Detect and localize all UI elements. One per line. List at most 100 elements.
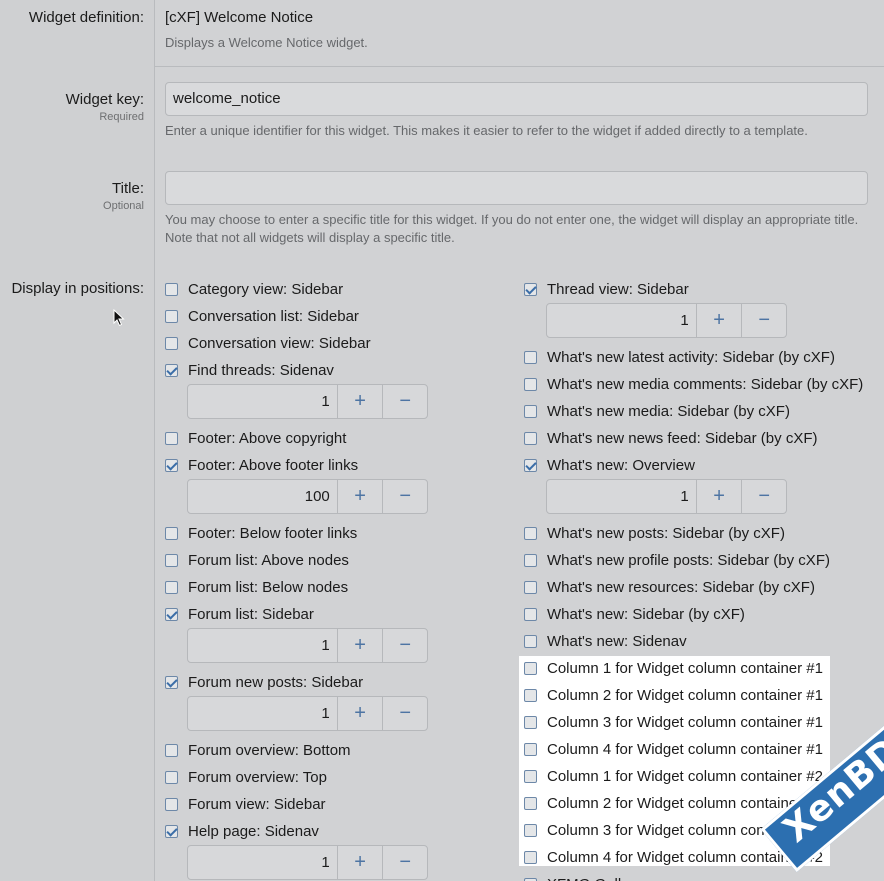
display-order-stepper[interactable]: 100 + − [187, 479, 428, 514]
position-label: What's new media: Sidebar (by cXF) [547, 402, 790, 420]
unchecked-box-icon[interactable] [524, 431, 537, 445]
display-order-stepper[interactable]: 1 + − [546, 479, 787, 514]
decrement-button[interactable]: − [382, 846, 427, 879]
unchecked-box-icon[interactable] [165, 770, 178, 784]
display-order-stepper[interactable]: 1 + − [187, 696, 428, 731]
unchecked-box-icon[interactable] [524, 350, 537, 364]
display-order-stepper[interactable]: 1 + − [546, 303, 787, 338]
position-checkbox[interactable]: Column 2 for Widget column container #2 [524, 793, 823, 813]
unchecked-box-icon[interactable] [524, 688, 537, 702]
position-checkbox[interactable]: What's new posts: Sidebar (by cXF) [524, 523, 785, 543]
position-checkbox[interactable]: Category view: Sidebar [165, 279, 343, 299]
unchecked-box-icon[interactable] [165, 282, 178, 296]
position-checkbox[interactable]: Footer: Above copyright [165, 428, 346, 448]
unchecked-box-icon[interactable] [524, 526, 537, 540]
position-checkbox[interactable]: What's new news feed: Sidebar (by cXF) [524, 428, 817, 448]
unchecked-box-icon[interactable] [524, 404, 537, 418]
position-checkbox[interactable]: Column 1 for Widget column container #2 [524, 766, 823, 786]
unchecked-box-icon[interactable] [524, 553, 537, 567]
display-order-value[interactable]: 1 [188, 629, 338, 662]
position-checkbox[interactable]: What's new media: Sidebar (by cXF) [524, 401, 790, 421]
position-checkbox[interactable]: What's new media comments: Sidebar (by c… [524, 374, 863, 394]
position-checkbox[interactable]: Forum view: Sidebar [165, 794, 326, 814]
position-checkbox[interactable]: Forum new posts: Sidebar [165, 672, 363, 692]
position-checkbox[interactable]: Conversation view: Sidebar [165, 333, 371, 353]
unchecked-box-icon[interactable] [524, 634, 537, 648]
unchecked-box-icon[interactable] [524, 377, 537, 391]
position-checkbox[interactable]: What's new latest activity: Sidebar (by … [524, 347, 835, 367]
checked-box-icon[interactable] [524, 282, 537, 296]
position-checkbox[interactable]: Footer: Above footer links [165, 455, 358, 475]
position-checkbox[interactable]: Thread view: Sidebar [524, 279, 689, 299]
decrement-button[interactable]: − [741, 480, 786, 513]
widget-key-input[interactable]: welcome_notice [165, 82, 868, 116]
display-order-value[interactable]: 1 [547, 304, 697, 337]
increment-button[interactable]: + [697, 304, 742, 337]
increment-button[interactable]: + [338, 846, 383, 879]
unchecked-box-icon[interactable] [165, 797, 178, 811]
unchecked-box-icon[interactable] [524, 823, 537, 837]
increment-button[interactable]: + [338, 385, 383, 418]
decrement-button[interactable]: − [382, 385, 427, 418]
position-checkbox[interactable]: What's new: Overview [524, 455, 695, 475]
unchecked-box-icon[interactable] [524, 607, 537, 621]
unchecked-box-icon[interactable] [165, 526, 178, 540]
increment-button[interactable]: + [338, 629, 383, 662]
unchecked-box-icon[interactable] [165, 431, 178, 445]
position-checkbox[interactable]: XFMG Gall [524, 874, 621, 881]
display-order-value[interactable]: 100 [188, 480, 338, 513]
checked-box-icon[interactable] [524, 458, 537, 472]
unchecked-box-icon[interactable] [165, 553, 178, 567]
display-order-stepper[interactable]: 1 + − [187, 845, 428, 880]
decrement-button[interactable]: − [382, 629, 427, 662]
increment-button[interactable]: + [338, 697, 383, 730]
display-order-value[interactable]: 1 [188, 697, 338, 730]
display-order-value[interactable]: 1 [188, 385, 338, 418]
display-order-value[interactable]: 1 [547, 480, 697, 513]
position-checkbox[interactable]: Forum overview: Bottom [165, 740, 351, 760]
unchecked-box-icon[interactable] [165, 309, 178, 323]
position-checkbox[interactable]: Conversation list: Sidebar [165, 306, 359, 326]
display-order-stepper[interactable]: 1 + − [187, 628, 428, 663]
unchecked-box-icon[interactable] [524, 580, 537, 594]
unchecked-box-icon[interactable] [524, 661, 537, 675]
decrement-button[interactable]: − [382, 697, 427, 730]
decrement-button[interactable]: − [741, 304, 786, 337]
checked-box-icon[interactable] [165, 675, 178, 689]
position-checkbox[interactable]: Forum list: Sidebar [165, 604, 314, 624]
checked-box-icon[interactable] [165, 607, 178, 621]
title-hint: You may choose to enter a specific title… [165, 212, 859, 245]
decrement-button[interactable]: − [382, 480, 427, 513]
display-order-value[interactable]: 1 [188, 846, 338, 879]
position-checkbox[interactable]: What's new: Sidenav [524, 631, 687, 651]
position-checkbox[interactable]: Forum overview: Top [165, 767, 327, 787]
position-checkbox[interactable]: What's new profile posts: Sidebar (by cX… [524, 550, 830, 570]
widget-key-required: Required [99, 111, 144, 123]
unchecked-box-icon[interactable] [524, 742, 537, 756]
position-label: Footer: Above copyright [188, 429, 347, 447]
unchecked-box-icon[interactable] [524, 769, 537, 783]
position-checkbox[interactable]: What's new: Sidebar (by cXF) [524, 604, 745, 624]
checked-box-icon[interactable] [165, 824, 178, 838]
position-checkbox[interactable]: Forum list: Above nodes [165, 550, 349, 570]
display-order-stepper[interactable]: 1 + − [187, 384, 428, 419]
position-checkbox[interactable]: What's new resources: Sidebar (by cXF) [524, 577, 815, 597]
widget-definition-description: Displays a Welcome Notice widget. [165, 35, 368, 50]
position-checkbox[interactable]: Forum list: Below nodes [165, 577, 348, 597]
unchecked-box-icon[interactable] [524, 715, 537, 729]
unchecked-box-icon[interactable] [165, 743, 178, 757]
unchecked-box-icon[interactable] [165, 580, 178, 594]
unchecked-box-icon[interactable] [524, 796, 537, 810]
checked-box-icon[interactable] [165, 363, 178, 377]
unchecked-box-icon[interactable] [524, 877, 537, 881]
widget-key-hint: Enter a unique identifier for this widge… [165, 123, 808, 138]
position-checkbox[interactable]: Footer: Below footer links [165, 523, 357, 543]
title-input[interactable] [165, 171, 868, 205]
position-checkbox[interactable]: Help page: Sidenav [165, 821, 319, 841]
unchecked-box-icon[interactable] [524, 850, 537, 864]
unchecked-box-icon[interactable] [165, 336, 178, 350]
increment-button[interactable]: + [697, 480, 742, 513]
increment-button[interactable]: + [338, 480, 383, 513]
checked-box-icon[interactable] [165, 458, 178, 472]
position-checkbox[interactable]: Find threads: Sidenav [165, 360, 334, 380]
